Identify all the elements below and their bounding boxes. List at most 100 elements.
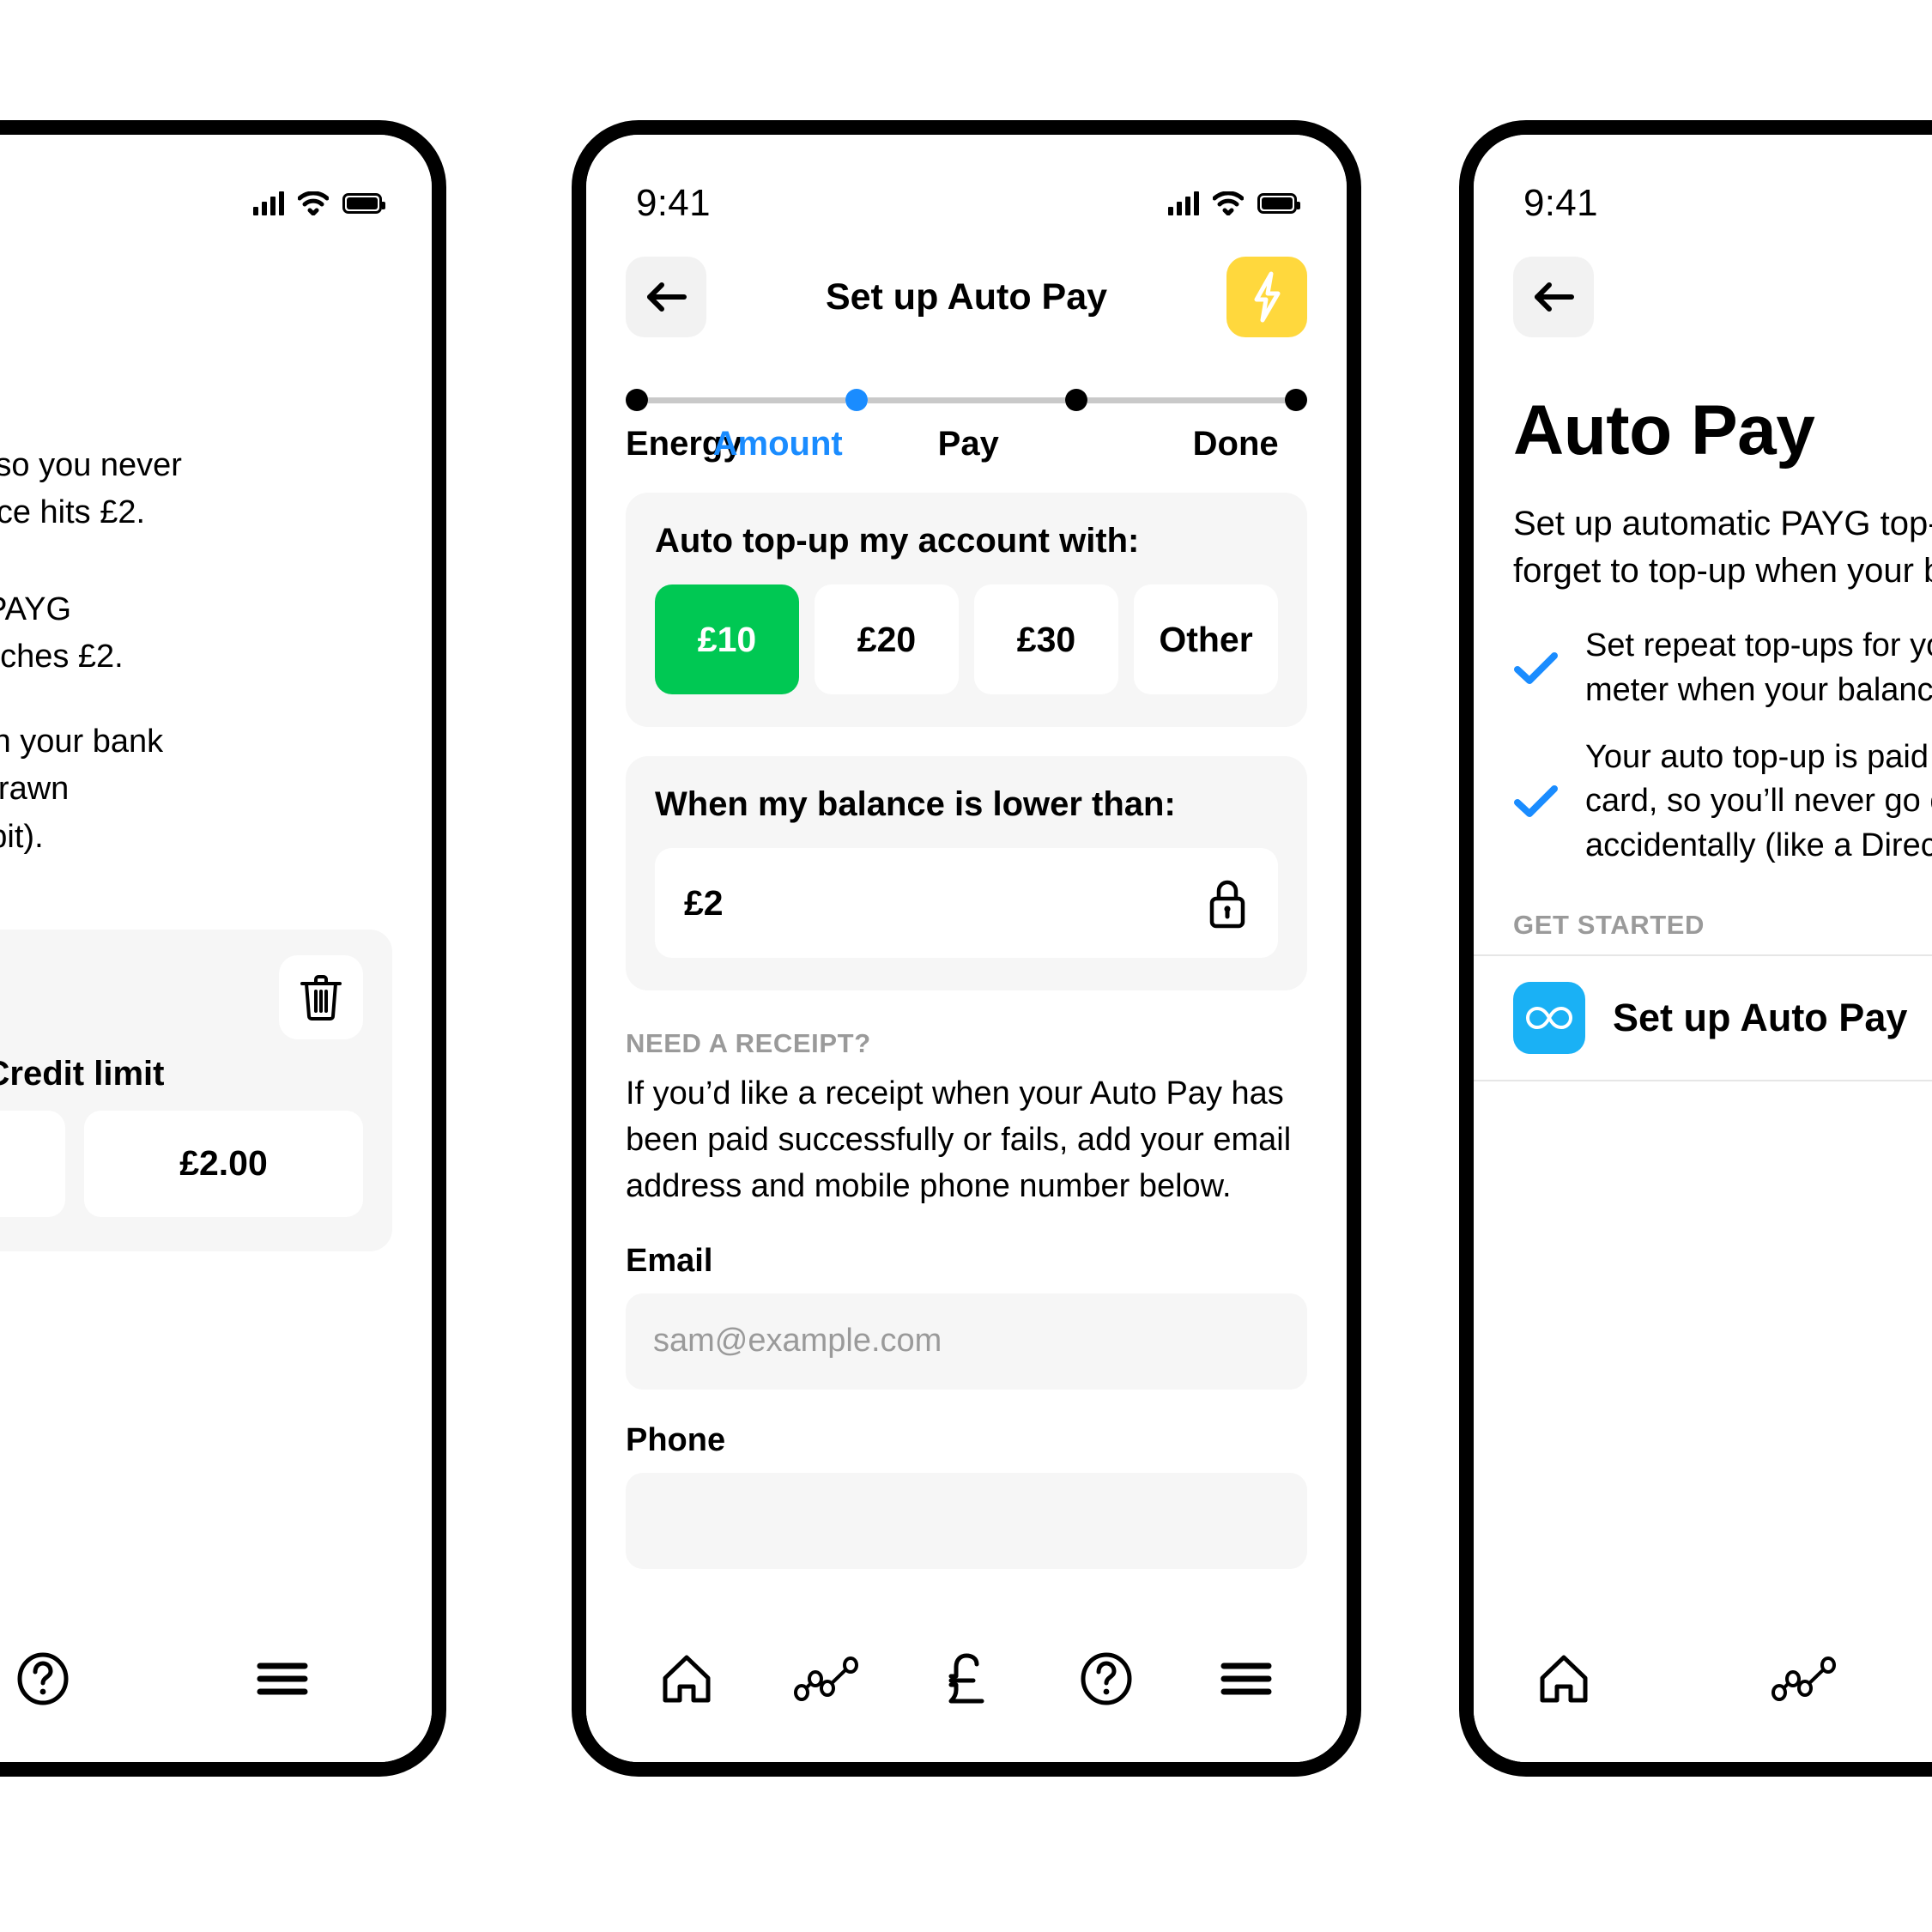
progress-stepper: Energy Amount Pay Done — [586, 341, 1347, 463]
balance-threshold-title: When my balance is lower than: — [655, 785, 1176, 823]
phone-middle: 9:41 Set up Auto Pay Energy Amount Pay D… — [572, 120, 1361, 1777]
amount-option-10[interactable]: £10 — [655, 584, 799, 694]
step-dot-pay[interactable] — [1065, 389, 1087, 411]
credit-limit-label: Credit limit — [0, 1054, 165, 1093]
right-status-time: 9:41 — [1523, 182, 1598, 224]
trash-icon — [300, 974, 342, 1021]
balance-threshold-field[interactable]: £2 — [655, 848, 1278, 958]
right-intro-line-1: forget to top-up when your b — [1513, 552, 1932, 591]
divider-bottom — [1474, 1079, 1932, 1081]
page-title: Auto Pay — [1513, 391, 1815, 469]
balance-threshold-value: £2 — [684, 882, 724, 923]
phone-input[interactable] — [626, 1472, 1307, 1569]
delete-button[interactable] — [279, 954, 363, 1039]
left-body-line-0: c PAYG top-ups so you never — [0, 447, 182, 483]
help-icon — [17, 1652, 69, 1705]
bullet-0-line-1: meter when your balance — [1585, 672, 1932, 709]
step-dot-energy[interactable] — [626, 389, 648, 411]
left-bullet-line-0: op-ups for your PAYG — [0, 591, 72, 628]
pound-icon — [948, 1653, 984, 1704]
receipt-eyebrow: NEED A RECEIPT? — [626, 1028, 871, 1058]
menu-icon — [1220, 1662, 1272, 1695]
back-arrow-icon — [1535, 282, 1574, 312]
back-button[interactable] — [626, 257, 706, 337]
bolt-icon — [1254, 271, 1281, 323]
home-icon — [1540, 1655, 1588, 1703]
home-icon — [663, 1655, 711, 1703]
right-screen: 9:41 Auto Pay Auto Pay Set up automatic … — [1474, 135, 1932, 1762]
step-label-amount: Amount — [712, 425, 843, 463]
right-navbar: Auto Pay — [1474, 238, 1932, 341]
right-status-bar: 9:41 — [1474, 135, 1932, 238]
tab-usage[interactable] — [779, 1640, 874, 1717]
signal-icon — [1168, 191, 1199, 215]
mid-status-bar: 9:41 — [586, 135, 1347, 238]
step-label-done: Done — [1192, 425, 1279, 463]
tab-help[interactable] — [0, 1640, 89, 1717]
step-segment-2 — [868, 397, 1065, 403]
left-tab-bar — [0, 1601, 432, 1762]
email-label: Email — [626, 1242, 713, 1279]
bullet-0-line-0: Set repeat top-ups for yo — [1585, 627, 1932, 664]
menu-icon — [257, 1662, 308, 1695]
balance-threshold-card: When my balance is lower than: £2 — [626, 756, 1307, 990]
tab-usage[interactable] — [1757, 1640, 1851, 1717]
lock-icon — [1209, 880, 1245, 929]
left-credit-limit-card: Credit limit £2.00 — [0, 929, 392, 1251]
amount-option-other[interactable]: Other — [1134, 584, 1278, 694]
wifi-icon — [1213, 191, 1244, 215]
battery-icon — [1257, 193, 1300, 214]
left-bullet-line-2: op-up is paid with your bank — [0, 724, 164, 760]
help-icon — [1081, 1652, 1132, 1705]
left-bullet-text: op-ups for your PAYG your balance reache… — [0, 586, 432, 860]
usage-chart-icon — [794, 1656, 859, 1701]
tab-menu[interactable] — [235, 1640, 329, 1717]
credit-limit-field-left[interactable] — [0, 1110, 65, 1217]
right-bullets: Set repeat top-ups for yo meter when you… — [1474, 595, 1932, 868]
right-tab-bar — [1474, 1601, 1932, 1762]
tab-home[interactable] — [639, 1640, 734, 1717]
infinity-icon-tile — [1513, 981, 1585, 1054]
step-segment-1 — [648, 397, 845, 403]
bullet-1-line-1: card, so you’ll never go ov — [1585, 783, 1932, 820]
left-body-line-1: when your balance hits £2. — [0, 494, 146, 531]
tab-home[interactable] — [1517, 1640, 1611, 1717]
amount-option-20[interactable]: £20 — [815, 584, 959, 694]
topup-amount-options: £10 £20 £30 Other — [655, 584, 1278, 694]
step-label-energy: Energy — [626, 425, 742, 463]
step-dot-amount[interactable] — [845, 389, 868, 411]
left-navbar: Auto Pay — [0, 238, 432, 341]
amount-option-30[interactable]: £30 — [974, 584, 1118, 694]
step-dot-done[interactable] — [1285, 389, 1307, 411]
quick-action-button[interactable] — [1226, 257, 1307, 337]
credit-limit-value[interactable]: £2.00 — [84, 1110, 363, 1217]
list-item-label: Set up Auto Pay — [1613, 995, 1908, 1039]
tab-menu[interactable] — [1199, 1640, 1293, 1717]
tab-payments[interactable] — [919, 1640, 1014, 1717]
signal-icon — [253, 191, 284, 215]
receipt-section: NEED A RECEIPT? If you’d like a receipt … — [586, 990, 1347, 1569]
left-screen: Auto Pay c PAYG top-ups so you never whe… — [0, 135, 432, 1762]
bullet-1-line-2: accidentally (like a Direct — [1585, 827, 1932, 864]
back-button[interactable] — [1513, 257, 1594, 337]
usage-chart-icon — [1772, 1656, 1836, 1701]
tab-help[interactable] — [1059, 1640, 1154, 1717]
email-input[interactable]: sam@example.com — [626, 1293, 1307, 1390]
step-label-pay: Pay — [937, 425, 999, 463]
stepper-track — [626, 389, 1307, 411]
battery-icon — [342, 193, 385, 214]
bullet-1-line-0: Your auto top-up is paid — [1585, 738, 1929, 775]
infinity-icon — [1526, 1006, 1572, 1029]
left-bullet-line-4: (like a Direct Debit). — [0, 818, 44, 855]
mid-navbar: Set up Auto Pay — [586, 238, 1347, 341]
wifi-icon — [298, 191, 329, 215]
mid-status-icons — [1168, 191, 1300, 215]
check-icon — [1514, 652, 1558, 685]
screenshot-stage: Auto Pay c PAYG top-ups so you never whe… — [0, 0, 1932, 1932]
stepper-labels: Energy Amount Pay Done — [626, 425, 1307, 463]
left-bullet-line-1: your balance reaches £2. — [0, 639, 124, 675]
left-body-text: c PAYG top-ups so you never when your ba… — [0, 442, 432, 536]
list-item-set-up-auto-pay[interactable]: Set up Auto Pay — [1474, 956, 1932, 1080]
bullet-text: Your auto top-up is paid card, so you’ll… — [1585, 736, 1932, 869]
mid-status-time: 9:41 — [636, 182, 711, 224]
